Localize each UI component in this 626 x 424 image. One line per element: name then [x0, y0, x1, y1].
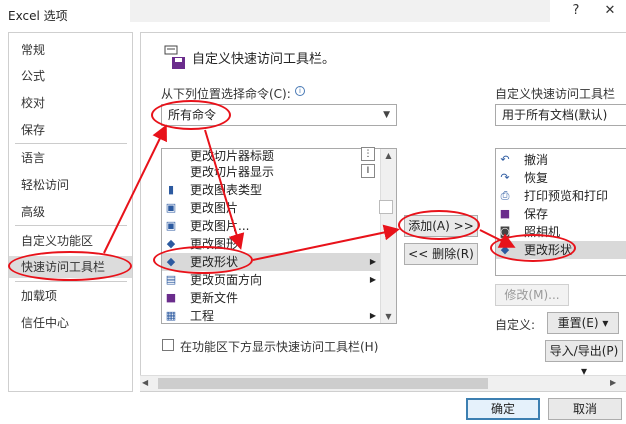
sidebar-item-save[interactable]: 保存: [9, 119, 132, 141]
sidebar-item-label: 高级: [21, 205, 46, 219]
sidebar-divider: [15, 281, 127, 282]
page-title: 自定义快速访问工具栏。: [192, 52, 336, 67]
list-item-label: 恢复: [524, 171, 549, 185]
list-item[interactable]: ↷ 恢复: [496, 169, 626, 187]
sidebar-item-label: 加载项: [21, 289, 58, 303]
page-icon: ▤: [165, 273, 177, 286]
scroll-right-icon[interactable]: ▶: [610, 378, 616, 387]
sidebar-item-language[interactable]: 语言: [9, 147, 132, 169]
cancel-button[interactable]: 取消: [548, 398, 622, 420]
sidebar-item-formulas[interactable]: 公式: [9, 65, 132, 87]
print-preview-icon: ⎙: [500, 189, 510, 202]
scrollbar-thumb[interactable]: [158, 378, 488, 389]
close-button[interactable]: ✕: [594, 0, 626, 22]
sidebar-item-proofing[interactable]: 校对: [9, 92, 132, 114]
ok-button[interactable]: 确定: [466, 398, 540, 420]
options-sidebar: 常规 公式 校对 保存 语言 轻松访问 高级 自定义功能区 快速访问工具栏 加载…: [8, 32, 133, 392]
sidebar-item-trust-center[interactable]: 信任中心: [9, 312, 132, 334]
list-item[interactable]: ▦ 工程 ▶: [162, 307, 380, 323]
sidebar-item-label: 自定义功能区: [21, 234, 94, 248]
show-below-ribbon-label: 在功能区下方显示快速访问工具栏(H): [180, 340, 379, 354]
commands-scrollbar[interactable]: ▲ ▼: [380, 149, 396, 323]
scroll-up-icon[interactable]: ▲: [381, 151, 396, 160]
scope-dropdown[interactable]: 用于所有文档(默认): [495, 104, 626, 126]
submenu-arrow-icon: ▶: [369, 275, 376, 284]
slicer-control-icon: I: [361, 164, 375, 178]
list-item[interactable]: 更改切片器显示: [162, 163, 362, 181]
sidebar-item-label: 轻松访问: [21, 178, 70, 192]
list-item[interactable]: ■ 更新文件: [162, 289, 362, 307]
list-item-label: 更改图片...: [190, 219, 250, 233]
list-item-label: 更改图片: [190, 201, 239, 215]
help-button[interactable]: ?: [560, 0, 592, 22]
sidebar-item-label: 校对: [21, 96, 46, 110]
sidebar-item-advanced[interactable]: 高级: [9, 201, 132, 223]
list-item-label: 保存: [524, 207, 549, 221]
chevron-down-icon: ▼: [383, 110, 390, 120]
update-icon: ■: [165, 291, 177, 304]
list-item[interactable]: ▮ 更改图表类型: [162, 181, 362, 199]
submenu-arrow-icon: ▶: [369, 257, 376, 266]
horizontal-scrollbar[interactable]: ◀ ▶: [140, 375, 626, 391]
sidebar-item-general[interactable]: 常规: [9, 39, 132, 61]
annotation-ellipse: [490, 234, 576, 262]
redo-icon: ↷: [500, 171, 510, 184]
annotation-ellipse: [153, 246, 253, 274]
sidebar-item-label: 公式: [21, 69, 46, 83]
blurred-background: [130, 0, 550, 22]
reset-button[interactable]: 重置(E) ▾: [547, 312, 619, 334]
list-item[interactable]: ⎙ 打印预览和打印: [496, 187, 626, 205]
save-icon: ■: [499, 207, 511, 220]
list-item-label: 撤消: [524, 153, 549, 167]
sidebar-item-customize-ribbon[interactable]: 自定义功能区: [9, 230, 132, 252]
quick-access-toolbar-icon: [163, 44, 187, 70]
list-item[interactable]: ↶ 撤消: [496, 151, 626, 169]
scroll-down-icon[interactable]: ▼: [381, 312, 396, 321]
list-item-label: 工程: [190, 309, 215, 323]
list-item-label: 更新文件: [190, 291, 239, 305]
annotation-ellipse: [8, 251, 132, 281]
sidebar-item-label: 保存: [21, 123, 46, 137]
list-item[interactable]: ■ 保存: [496, 205, 626, 223]
sidebar-divider: [15, 225, 127, 226]
slicer-control-icon: ⋮: [361, 147, 375, 161]
scroll-left-icon[interactable]: ◀: [142, 378, 148, 387]
info-icon: i: [295, 86, 305, 96]
customize-label: 自定义:: [495, 318, 536, 332]
chart-icon: ▮: [167, 183, 175, 196]
sidebar-divider: [15, 143, 127, 144]
picture-icon: ▣: [165, 201, 177, 214]
undo-icon: ↶: [500, 153, 510, 166]
customize-toolbar-label: 自定义快速访问工具栏: [495, 87, 616, 101]
annotation-ellipse: [151, 100, 231, 130]
sidebar-item-label: 常规: [21, 43, 46, 57]
modify-button[interactable]: 修改(M)...: [495, 284, 569, 306]
list-item-label: 更改图表类型: [190, 183, 263, 197]
list-item-label: 更改切片器显示: [190, 165, 275, 179]
project-icon: ▦: [165, 309, 177, 322]
show-below-ribbon-checkbox[interactable]: [162, 339, 174, 351]
remove-button[interactable]: << 删除(R): [404, 243, 478, 265]
annotation-ellipse: [398, 210, 480, 240]
dropdown-value: 用于所有文档(默认): [502, 108, 608, 122]
submenu-arrow-icon: ▶: [369, 311, 376, 320]
list-item-checkbox: [379, 200, 393, 214]
sidebar-item-accessibility[interactable]: 轻松访问: [9, 174, 132, 196]
import-export-button[interactable]: 导入/导出(P) ▾: [545, 340, 623, 378]
sidebar-item-addins[interactable]: 加载项: [9, 285, 132, 307]
list-item[interactable]: ▣ 更改图片...: [162, 217, 362, 235]
picture-icon: ▣: [165, 219, 177, 232]
window-title: Excel 选项: [8, 9, 68, 23]
list-item-label: 打印预览和打印: [524, 189, 609, 203]
sidebar-item-label: 语言: [21, 151, 46, 165]
list-item[interactable]: ▣ 更改图片: [162, 199, 362, 217]
sidebar-item-label: 信任中心: [21, 316, 70, 330]
